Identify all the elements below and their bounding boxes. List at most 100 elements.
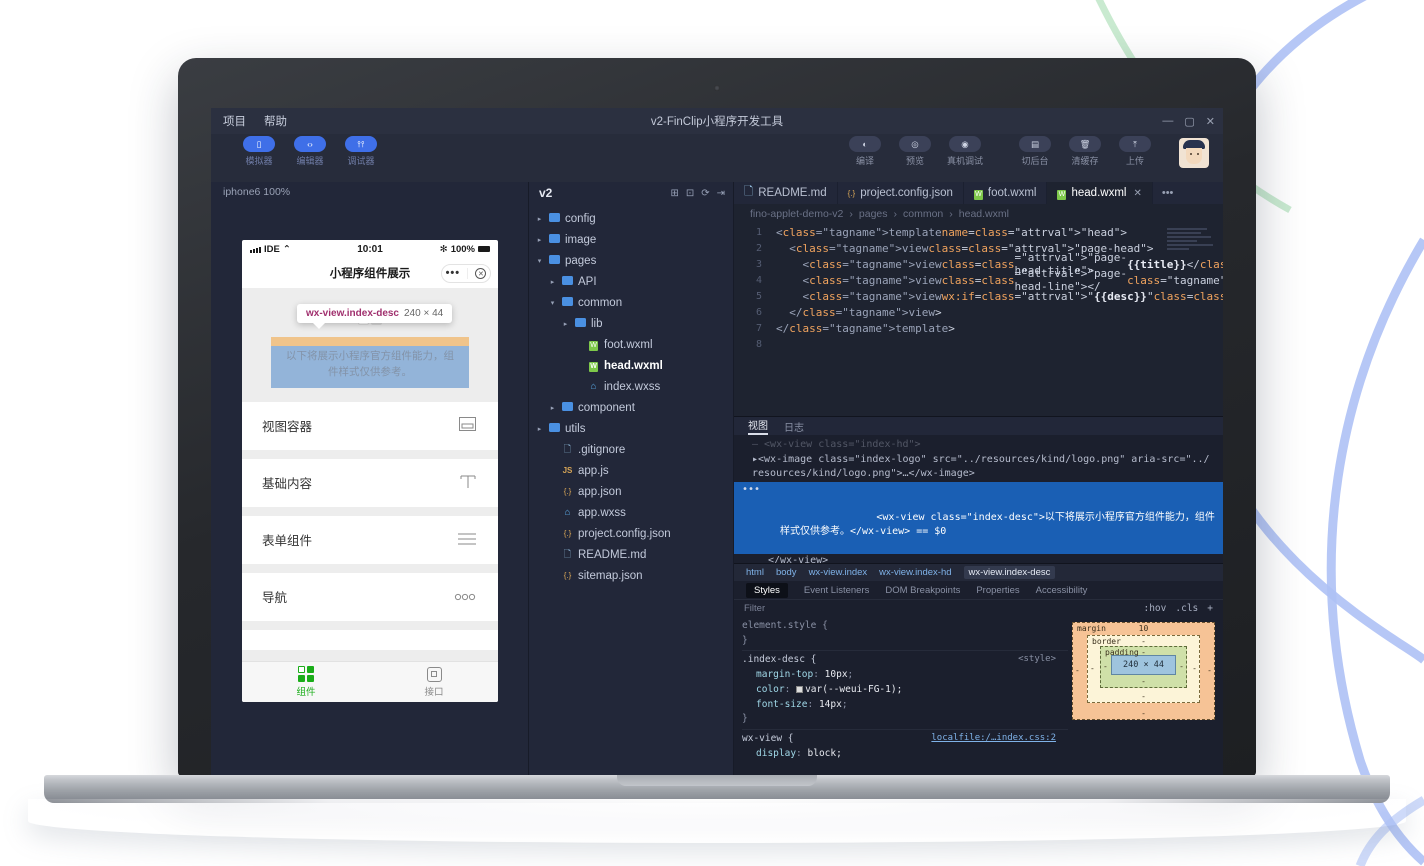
tab-components[interactable]: 组件 [242, 662, 370, 702]
dom-tree[interactable]: — <wx-view class="index-hd"> ▸<wx-image … [734, 435, 1223, 563]
minimize-icon[interactable]: — [1162, 115, 1173, 128]
styles-tab-event-listeners[interactable]: Event Listeners [804, 585, 869, 596]
wechat-capsule[interactable]: ••• ✕ [441, 264, 491, 283]
devtools-tab-log[interactable]: 日志 [784, 419, 804, 434]
css-value[interactable]: 14px [819, 699, 842, 710]
code-line[interactable]: 6 </class="tagname">view> [734, 304, 1223, 320]
tree-item-app-json[interactable]: {.}app.json [529, 481, 733, 502]
chevron-down-icon[interactable]: ▾ [535, 257, 544, 265]
tree-item-common[interactable]: ▾common [529, 292, 733, 313]
box-model-padding[interactable]: padding - - - - 240 × 44 [1100, 646, 1187, 688]
clear-cache-button[interactable]: 🗑 清缓存 [1065, 136, 1105, 167]
tree-item-foot-wxml[interactable]: Wfoot.wxml [529, 334, 733, 355]
toolbar-debugger-button[interactable]: ⫯⫯ 调试器 [341, 136, 381, 167]
border-left-value[interactable]: - [1090, 664, 1095, 673]
avatar[interactable] [1179, 138, 1209, 168]
dom-line[interactable]: resources/kind/logo.png">…</wx-image> [734, 467, 1223, 482]
collapse-all-icon[interactable]: ⇥ [717, 188, 725, 199]
compile-button[interactable]: ◐ 编译 [845, 136, 885, 167]
editor-tab-head-wxml[interactable]: Whead.wxml✕ [1047, 182, 1152, 204]
filter-input[interactable]: Filter [744, 603, 765, 614]
tree-item-component[interactable]: ▸component [529, 397, 733, 418]
tree-item-index-wxss[interactable]: ⌂index.wxss [529, 376, 733, 397]
chevron-right-icon[interactable]: ▸ [561, 320, 570, 328]
tree-item-app-js[interactable]: JSapp.js [529, 460, 733, 481]
box-model-diagram[interactable]: margin 10 - - - border - - - [1068, 616, 1223, 776]
toolbar-simulator-button[interactable]: ▯ 模拟器 [239, 136, 279, 167]
breadcrumb-item[interactable]: common [903, 208, 943, 220]
css-value[interactable]: 10px [825, 669, 848, 680]
border-bottom-value[interactable]: - [1088, 692, 1199, 701]
tree-item-api[interactable]: ▸API [529, 271, 733, 292]
list-item[interactable]: 表单组件 [242, 516, 498, 564]
margin-left-value[interactable]: - [1075, 666, 1080, 675]
css-declaration[interactable]: display: block; [742, 747, 1068, 762]
new-folder-icon[interactable]: ⊡ [686, 188, 694, 199]
chevron-right-icon[interactable]: ▸ [535, 236, 544, 244]
margin-bottom-value[interactable]: - [1073, 709, 1214, 718]
styles-tab-accessibility[interactable]: Accessibility [1036, 585, 1088, 596]
code-line[interactable]: 3 <class="tagname">view class=class="att… [734, 256, 1223, 272]
editor-minimap[interactable] [1167, 228, 1215, 258]
code-line[interactable]: 4 <class="tagname">view class=class="att… [734, 272, 1223, 288]
tree-item-pages[interactable]: ▾pages [529, 250, 733, 271]
css-rules[interactable]: element.style { } <style> .index-desc { … [734, 616, 1068, 776]
dom-line[interactable]: ▸<wx-image class="index-logo" src="../re… [734, 453, 1223, 468]
add-rule-button[interactable]: + [1207, 603, 1213, 614]
code-line[interactable]: 1<class="tagname">template name=class="a… [734, 224, 1223, 240]
editor-tab-readme-md[interactable]: 🗋README.md [734, 182, 838, 204]
css-selector[interactable]: element.style { [742, 619, 1068, 634]
dom-row-ellipsis[interactable]: ••• [742, 483, 760, 498]
preview-button[interactable]: ◎ 预览 [895, 136, 935, 167]
border-top-value[interactable]: - [1088, 637, 1199, 646]
padding-top-value[interactable]: - [1101, 648, 1186, 657]
margin-top-value[interactable]: 10 [1073, 624, 1214, 633]
code-editor[interactable]: 1<class="tagname">template name=class="a… [734, 224, 1223, 416]
styles-tab-properties[interactable]: Properties [976, 585, 1019, 596]
styles-tab-styles[interactable]: Styles [746, 583, 788, 598]
capsule-close-icon[interactable]: ✕ [475, 268, 486, 279]
background-button[interactable]: ▤ 切后台 [1015, 136, 1055, 167]
tree-item-image[interactable]: ▸image [529, 229, 733, 250]
list-item[interactable]: 视图容器 [242, 402, 498, 450]
padding-bottom-value[interactable]: - [1101, 677, 1186, 686]
dom-line-selected[interactable]: ••• <wx-view class="index-desc">以下将展示小程序… [734, 482, 1223, 555]
hov-button[interactable]: :hov [1143, 603, 1166, 614]
tab-close-icon[interactable]: ✕ [1133, 188, 1141, 199]
padding-right-value[interactable]: - [1179, 662, 1184, 671]
styles-tab-dom-breakpoints[interactable]: DOM Breakpoints [885, 585, 960, 596]
dom-crumb-wx-view-index[interactable]: wx-view.index [809, 567, 868, 578]
list-item[interactable] [242, 630, 498, 650]
new-file-icon[interactable]: ⊞ [670, 188, 678, 199]
refresh-icon[interactable]: ⟳ [701, 188, 709, 199]
chevron-right-icon[interactable]: ▸ [548, 278, 557, 286]
tab-api[interactable]: 接口 [370, 662, 498, 702]
breadcrumb-item[interactable]: fino-applet-demo-v2 [750, 208, 843, 220]
chevron-right-icon[interactable]: ▸ [548, 404, 557, 412]
close-icon[interactable]: ✕ [1206, 115, 1215, 128]
css-declaration[interactable]: font-size: 14px; [742, 698, 1068, 713]
upload-button[interactable]: ⤒ 上传 [1115, 136, 1155, 167]
dom-crumb-html[interactable]: html [746, 567, 764, 578]
tree-item--gitignore[interactable]: 🗋.gitignore [529, 439, 733, 460]
css-rule[interactable]: element.style { } [742, 619, 1068, 651]
list-item[interactable]: 基础内容 [242, 459, 498, 507]
editor-tab-project-config-json[interactable]: {.}project.config.json [838, 182, 964, 204]
breadcrumb-item[interactable]: head.wxml [959, 208, 1009, 220]
css-value[interactable]: block; [808, 748, 842, 759]
border-right-value[interactable]: - [1192, 664, 1197, 673]
css-declaration[interactable]: margin-top: 10px; [742, 668, 1068, 683]
box-model-margin[interactable]: margin 10 - - - border - - - [1072, 622, 1215, 720]
toolbar-editor-button[interactable]: ‹› 编辑器 [290, 136, 330, 167]
css-rule[interactable]: localfile:/…index.css:2 wx-view { displa… [742, 732, 1068, 763]
chevron-down-icon[interactable]: ▾ [548, 299, 557, 307]
css-value[interactable]: var(--weui-FG-1); [805, 684, 902, 695]
tree-item-project-config-json[interactable]: {.}project.config.json [529, 523, 733, 544]
tree-item-config[interactable]: ▸config [529, 208, 733, 229]
box-model-border[interactable]: border - - - - padding - - [1087, 635, 1200, 703]
css-declaration[interactable]: color: var(--weui-FG-1); [742, 683, 1068, 698]
code-line[interactable]: 5 <class="tagname">view wx:if=class="att… [734, 288, 1223, 304]
box-model-content-size[interactable]: 240 × 44 [1111, 655, 1176, 675]
editor-tab-foot-wxml[interactable]: Wfoot.wxml [964, 182, 1048, 204]
maximize-icon[interactable]: ▢ [1184, 115, 1194, 128]
